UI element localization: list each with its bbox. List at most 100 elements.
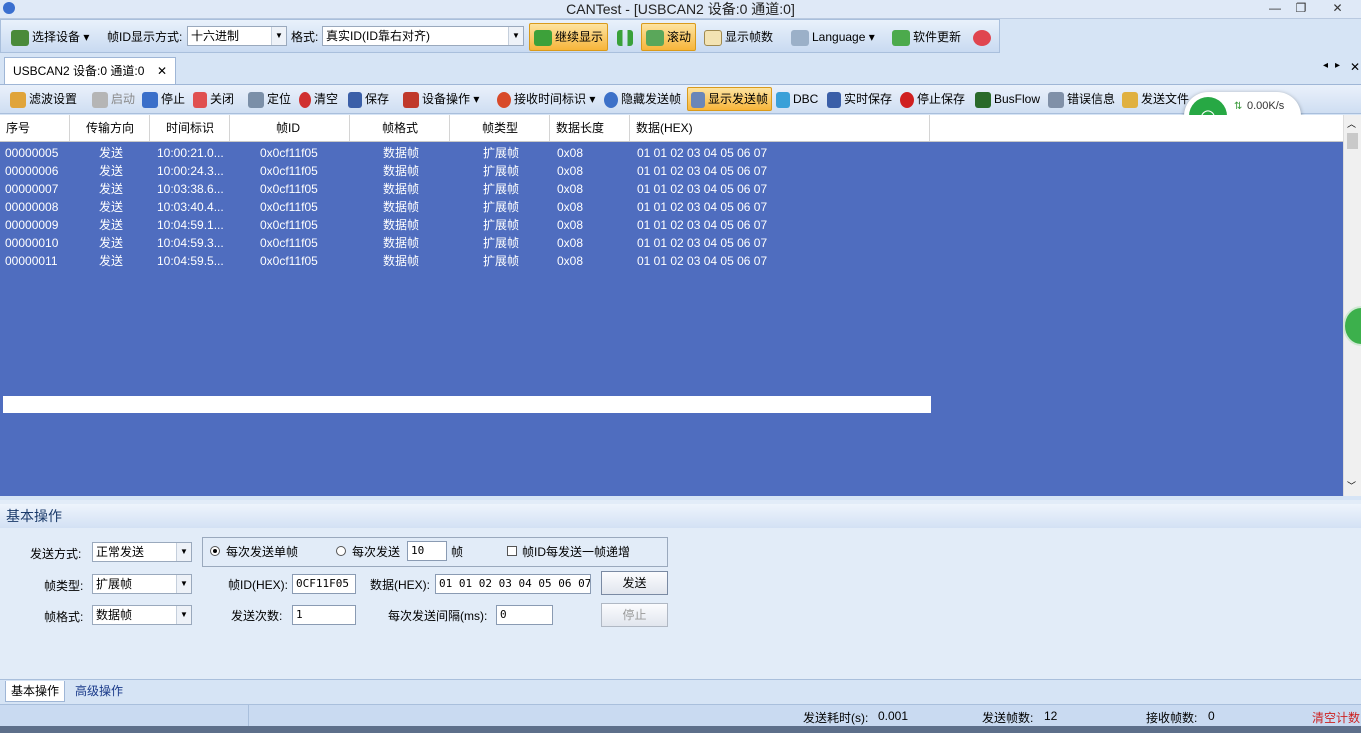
tab-scroll-right-icon[interactable]: ▸ bbox=[1335, 60, 1340, 71]
net-speed: 0.00K/s bbox=[1247, 100, 1285, 112]
close-x-icon bbox=[193, 91, 207, 108]
hide-send-frames-button[interactable]: 隐藏发送帧 bbox=[604, 89, 681, 109]
stop-send-button[interactable]: 停止 bbox=[601, 603, 668, 627]
error-info-button[interactable]: 错误信息 bbox=[1048, 89, 1115, 109]
data-input[interactable]: 01 01 02 03 04 05 06 07 bbox=[435, 574, 591, 594]
table-cell: 10:03:38.6... bbox=[157, 182, 224, 196]
scroll-thumb[interactable] bbox=[1347, 133, 1358, 149]
table-cell: 00000008 bbox=[5, 200, 59, 214]
table-cell: 10:03:40.4... bbox=[157, 200, 224, 214]
table-cell: 发送 bbox=[99, 200, 124, 214]
scroll-up-icon[interactable]: ︿ bbox=[1347, 117, 1356, 130]
realtime-save-button[interactable]: 实时保存 bbox=[827, 89, 892, 109]
software-update-button[interactable]: 软件更新 bbox=[892, 26, 961, 48]
stop-icon bbox=[142, 91, 158, 108]
column-header[interactable]: 序号 bbox=[0, 115, 70, 141]
frame-type-select[interactable]: 扩展帧 ▼ bbox=[92, 574, 192, 594]
frame-format-select[interactable]: 数据帧 ▼ bbox=[92, 605, 192, 625]
scroll-button[interactable]: 滚动 bbox=[641, 23, 697, 51]
pause-button[interactable] bbox=[617, 26, 636, 48]
column-header[interactable]: 传输方向 bbox=[70, 115, 150, 141]
show-frame-count-button[interactable]: 显示帧数 bbox=[704, 26, 773, 48]
clear-button[interactable]: 清空 bbox=[299, 89, 338, 109]
format-select[interactable]: 真实ID(ID靠右对齐) ▼ bbox=[322, 26, 524, 46]
column-header[interactable]: 帧类型 bbox=[450, 115, 550, 141]
tab-scroll-left-icon[interactable]: ◂ bbox=[1323, 60, 1328, 71]
clear-count-link[interactable]: 清空计数 bbox=[1312, 709, 1360, 726]
column-header[interactable]: 帧ID bbox=[230, 115, 350, 141]
tab-advanced-operation[interactable]: 高级操作 bbox=[70, 681, 128, 701]
multi-frame-radio[interactable] bbox=[336, 546, 346, 556]
table-cell: 扩展帧 bbox=[483, 236, 520, 250]
language-button[interactable]: Language ▾ bbox=[791, 26, 875, 48]
column-header[interactable]: 数据长度 bbox=[550, 115, 630, 141]
send-interval-input[interactable]: 0 bbox=[496, 605, 553, 625]
main-toolbar: 选择设备 ▾ 帧ID显示方式: 十六进制 ▼ 格式: 真实ID(ID靠右对齐) ▼ … bbox=[0, 19, 1000, 53]
column-header[interactable]: 时间标识 bbox=[150, 115, 230, 141]
frame-id-mode-select[interactable]: 十六进制 ▼ bbox=[187, 26, 287, 46]
select-device-button[interactable]: 选择设备 ▾ bbox=[11, 26, 89, 48]
start-button[interactable]: 启动 bbox=[92, 89, 135, 109]
id-increment-checkbox[interactable] bbox=[507, 546, 517, 556]
stop-button[interactable]: 停止 bbox=[142, 89, 185, 109]
rx-time-mark-button[interactable]: 接收时间标识 ▾ bbox=[497, 89, 595, 109]
frame-data-grid[interactable]: 序号 传输方向 时间标识 帧ID 帧格式 帧类型 数据长度 数据(HEX) 00… bbox=[0, 115, 1343, 496]
save-icon bbox=[348, 91, 362, 108]
close-button[interactable]: 关闭 bbox=[193, 89, 234, 109]
table-row[interactable]: 00000008 发送 10:03:40.4... 0x0cf11f05 数据帧 扩展帧 0… bbox=[0, 198, 940, 216]
table-cell: 0x0cf11f05 bbox=[260, 146, 318, 160]
show-icon bbox=[691, 91, 705, 108]
device-ops-button[interactable]: 设备操作 ▾ bbox=[403, 89, 479, 109]
save-button[interactable]: 保存 bbox=[348, 89, 389, 109]
send-mode-select[interactable]: 正常发送 ▼ bbox=[92, 542, 192, 562]
table-cell: 01 01 02 03 04 05 06 07 bbox=[637, 218, 768, 232]
send-count-input[interactable]: 1 bbox=[292, 605, 356, 625]
table-row[interactable]: 00000010 发送 10:04:59.3... 0x0cf11f05 数据帧 扩展帧 0… bbox=[0, 234, 940, 252]
chevron-down-icon: ▼ bbox=[508, 27, 523, 45]
format-label: 格式: bbox=[291, 30, 319, 44]
horizontal-scrollbar[interactable] bbox=[3, 396, 931, 413]
restore-icon[interactable]: ❐ bbox=[1288, 0, 1314, 17]
send-mode-label: 发送方式: bbox=[30, 547, 82, 561]
single-frame-radio[interactable] bbox=[210, 546, 220, 556]
tab-close-icon[interactable]: ✕ bbox=[157, 58, 167, 84]
filter-settings-button[interactable]: 滤波设置 bbox=[10, 89, 77, 109]
column-header[interactable]: 帧格式 bbox=[350, 115, 450, 141]
table-cell: 00000009 bbox=[5, 218, 59, 232]
table-cell: 0x0cf11f05 bbox=[260, 182, 318, 196]
stop-save-button[interactable]: 停止保存 bbox=[900, 89, 965, 109]
send-button[interactable]: 发送 bbox=[601, 571, 668, 595]
scroll-down-icon[interactable]: ﹀ bbox=[1347, 479, 1356, 492]
send-file-button[interactable]: 发送文件 bbox=[1122, 89, 1189, 109]
dbc-icon bbox=[776, 91, 790, 108]
show-send-frames-button[interactable]: 显示发送帧 bbox=[687, 87, 773, 111]
clock-icon bbox=[497, 91, 511, 108]
table-row[interactable]: 00000005 发送 10:00:21.0... 0x0cf11f05 数据帧 扩展帧 0… bbox=[0, 144, 940, 162]
table-cell: 发送 bbox=[99, 236, 124, 250]
continue-display-button[interactable]: 继续显示 bbox=[529, 23, 609, 51]
help-icon bbox=[973, 29, 991, 46]
table-cell: 00000007 bbox=[5, 182, 59, 196]
scroll-icon bbox=[646, 29, 664, 46]
tab-close-all-icon[interactable]: ✕ bbox=[1350, 60, 1360, 74]
table-cell: 01 01 02 03 04 05 06 07 bbox=[637, 200, 768, 214]
pen-icon bbox=[791, 29, 809, 46]
frame-id-input[interactable]: 0CF11F05 bbox=[292, 574, 356, 594]
busflow-button[interactable]: BusFlow bbox=[975, 89, 1040, 109]
multi-frame-count-input[interactable]: 10 bbox=[407, 541, 447, 561]
table-row[interactable]: 00000007 发送 10:03:38.6... 0x0cf11f05 数据帧 扩展帧 0… bbox=[0, 180, 940, 198]
close-icon[interactable]: ✕ bbox=[1314, 0, 1361, 17]
radio-dot bbox=[213, 549, 217, 553]
table-row[interactable]: 00000011 发送 10:04:59.5... 0x0cf11f05 数据帧 扩展帧 0… bbox=[0, 252, 940, 270]
locate-button[interactable]: 定位 bbox=[248, 89, 291, 109]
tab-basic-operation[interactable]: 基本操作 bbox=[5, 681, 66, 702]
table-row[interactable]: 00000006 发送 10:00:24.3... 0x0cf11f05 数据帧 扩展帧 0… bbox=[0, 162, 940, 180]
tab-usbcan2[interactable]: USBCAN2 设备:0 通道:0 ✕ bbox=[4, 57, 176, 84]
table-cell: 01 01 02 03 04 05 06 07 bbox=[637, 236, 768, 250]
table-cell: 00000005 bbox=[5, 146, 59, 160]
help-button[interactable] bbox=[973, 26, 994, 48]
dbc-button[interactable]: DBC bbox=[776, 89, 818, 109]
column-header[interactable]: 数据(HEX) bbox=[630, 115, 930, 141]
minimize-icon[interactable]: — bbox=[1262, 0, 1288, 17]
table-row[interactable]: 00000009 发送 10:04:59.1... 0x0cf11f05 数据帧 扩展帧 0… bbox=[0, 216, 940, 234]
